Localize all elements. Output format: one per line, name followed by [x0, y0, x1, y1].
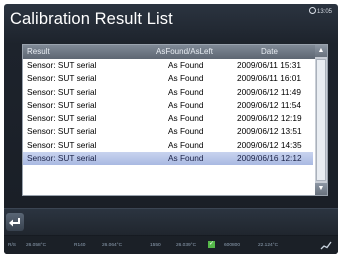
table-row[interactable]: Sensor: SUT serial As Found 2009/06/11 1…	[23, 72, 313, 85]
cell-result: Sensor: SUT serial	[27, 86, 97, 97]
cell-state: As Found	[168, 60, 204, 70]
cell-state: As Found	[168, 99, 204, 110]
status-item: 26.039°C	[176, 243, 197, 248]
status-item: R/S	[8, 243, 16, 248]
cell-result: Sensor: SUT serial	[27, 73, 97, 84]
cell-date: 2009/06/12 11:49	[237, 86, 301, 97]
status-clock: 13:05	[308, 7, 332, 15]
back-arrow-icon	[9, 218, 20, 227]
scroll-thumb[interactable]	[316, 59, 326, 181]
cell-date: 2009/06/11 15:31	[237, 60, 301, 70]
cell-state: As Found	[168, 153, 204, 164]
cell-state: As Found	[168, 139, 204, 150]
bottom-toolbar	[4, 208, 338, 235]
status-bar: R/S 26.058°C R140 26.064°C 1550 26.039°C…	[4, 236, 338, 254]
signal-icon	[320, 241, 332, 250]
status-item: 26.058°C	[26, 243, 47, 248]
column-header-asfound-asleft[interactable]: AsFound/AsLeft	[156, 45, 213, 59]
scroll-down-icon[interactable]: ▼	[315, 183, 327, 195]
cell-result: Sensor: SUT serial	[27, 139, 97, 150]
column-header-result[interactable]: Result	[27, 45, 50, 59]
page-title: Calibration Result List	[10, 10, 173, 28]
table-row[interactable]: Sensor: SUT serial As Found 2009/06/12 1…	[23, 139, 313, 152]
vertical-scrollbar[interactable]: ▲ ▼	[315, 45, 327, 195]
status-item: 1550	[150, 243, 161, 248]
clock-time: 13:05	[316, 9, 332, 15]
status-item: 22.124°C	[258, 243, 279, 248]
status-item: 26.064°C	[102, 243, 123, 248]
table-header: Result AsFound/AsLeft Date	[23, 45, 327, 59]
clock-icon	[308, 7, 316, 14]
cell-result: Sensor: SUT serial	[27, 99, 97, 110]
table-row[interactable]: Sensor: SUT serial As Found 2009/06/11 1…	[23, 59, 313, 72]
scroll-up-icon[interactable]: ▲	[315, 45, 327, 57]
status-item: 600800	[224, 243, 241, 248]
cell-state: As Found	[168, 126, 204, 137]
table-row-selected[interactable]: Sensor: SUT serial As Found 2009/06/16 1…	[23, 152, 313, 166]
cell-result: Sensor: SUT serial	[27, 60, 97, 70]
result-list-panel: Result AsFound/AsLeft Date Sensor: SUT s…	[22, 44, 328, 196]
table-row[interactable]: Sensor: SUT serial As Found 2009/06/12 1…	[23, 86, 313, 99]
back-button[interactable]	[6, 213, 24, 231]
column-header-date[interactable]: Date	[261, 45, 278, 59]
app-screen: Calibration Result List 13:05 Result AsF…	[4, 4, 338, 254]
cell-state: As Found	[168, 113, 204, 124]
table-row[interactable]: Sensor: SUT serial As Found 2009/06/12 1…	[23, 99, 313, 112]
cell-result: Sensor: SUT serial	[27, 126, 97, 137]
cell-date: 2009/06/12 14:35	[237, 139, 302, 150]
cell-state: As Found	[168, 73, 204, 84]
cell-date: 2009/06/11 16:01	[237, 73, 301, 84]
status-item: R140	[74, 243, 86, 248]
table-row[interactable]: Sensor: SUT serial As Found 2009/06/12 1…	[23, 112, 313, 125]
cell-date: 2009/06/12 13:51	[237, 126, 302, 137]
cell-result: Sensor: SUT serial	[27, 153, 97, 164]
status-ok-badge: ✓	[208, 241, 215, 248]
table-row[interactable]: Sensor: SUT serial As Found 2009/06/12 1…	[23, 125, 313, 138]
result-rows: Sensor: SUT serial As Found 2009/06/11 1…	[23, 59, 313, 166]
cell-date: 2009/06/12 11:54	[237, 99, 301, 110]
cell-date: 2009/06/16 12:12	[237, 153, 302, 164]
cell-date: 2009/06/12 12:19	[237, 113, 302, 124]
cell-result: Sensor: SUT serial	[27, 113, 97, 124]
cell-state: As Found	[168, 86, 204, 97]
